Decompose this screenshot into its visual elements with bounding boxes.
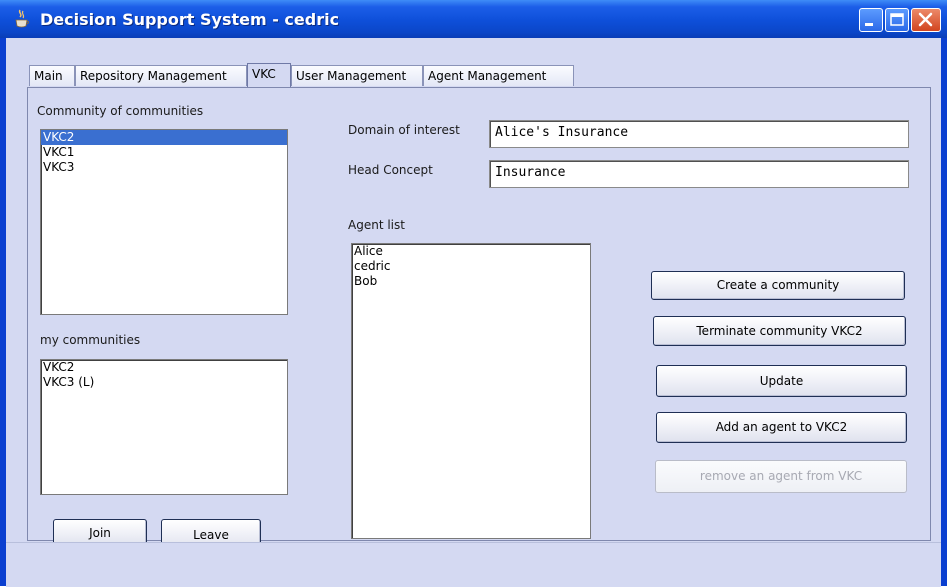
list-item[interactable]: VKC1 <box>41 145 287 160</box>
terminate-community-button[interactable]: Terminate community VKC2 <box>653 316 906 346</box>
agent-list[interactable]: Alice cedric Bob <box>351 243 591 539</box>
agent-list-label: Agent list <box>348 218 405 232</box>
tab-vkc-label: VKC <box>252 67 276 81</box>
head-concept-label: Head Concept <box>348 163 433 177</box>
java-coffee-cup-icon <box>15 9 29 28</box>
my-communities-label: my communities <box>40 333 141 347</box>
head-concept-field[interactable]: Insurance <box>489 160 909 188</box>
maximize-icon <box>890 13 904 26</box>
list-item[interactable]: Bob <box>352 274 590 289</box>
tab-user-management-label: User Management <box>296 69 407 83</box>
minimize-button[interactable] <box>859 8 883 32</box>
tab-main-label: Main <box>34 69 63 83</box>
maximize-button[interactable] <box>885 8 909 32</box>
tab-repository-management-label: Repository Management <box>80 69 227 83</box>
list-item[interactable]: cedric <box>352 259 590 274</box>
vkc-panel: Community of communities VKC2 VKC1 VKC3 … <box>27 87 931 550</box>
list-item[interactable]: VKC3 <box>41 160 287 175</box>
minimize-icon <box>865 23 873 26</box>
list-item[interactable]: Alice <box>352 244 590 259</box>
client-area: Main Repository Management VKC User Mana… <box>6 38 941 587</box>
my-communities-list[interactable]: VKC2 VKC3 (L) <box>40 359 288 495</box>
community-of-communities-list[interactable]: VKC2 VKC1 VKC3 <box>40 129 288 315</box>
create-community-button[interactable]: Create a community <box>651 271 905 300</box>
application-window: Decision Support System - cedric Main Re… <box>0 0 947 587</box>
remove-agent-button[interactable]: remove an agent from VKC <box>655 460 907 493</box>
list-item[interactable]: VKC3 (L) <box>41 375 287 390</box>
tab-user-management[interactable]: User Management <box>291 65 423 86</box>
community-of-communities-label: Community of communities <box>37 104 204 118</box>
add-agent-button[interactable]: Add an agent to VKC2 <box>656 412 907 443</box>
list-item[interactable]: VKC2 <box>41 130 287 145</box>
tab-vkc[interactable]: VKC <box>247 63 291 87</box>
close-icon <box>918 12 933 27</box>
list-item[interactable]: VKC2 <box>41 360 287 375</box>
title-bar[interactable]: Decision Support System - cedric <box>0 0 947 38</box>
domain-of-interest-field[interactable]: Alice's Insurance <box>489 120 909 148</box>
tab-repository-management[interactable]: Repository Management <box>75 65 247 86</box>
tab-agent-management[interactable]: Agent Management <box>423 65 574 86</box>
status-area <box>6 542 941 587</box>
close-button[interactable] <box>911 8 941 32</box>
domain-of-interest-label: Domain of interest <box>348 123 460 137</box>
window-title: Decision Support System - cedric <box>40 10 340 29</box>
update-button[interactable]: Update <box>656 365 907 397</box>
tab-main[interactable]: Main <box>29 65 75 86</box>
tab-agent-management-label: Agent Management <box>428 69 547 83</box>
